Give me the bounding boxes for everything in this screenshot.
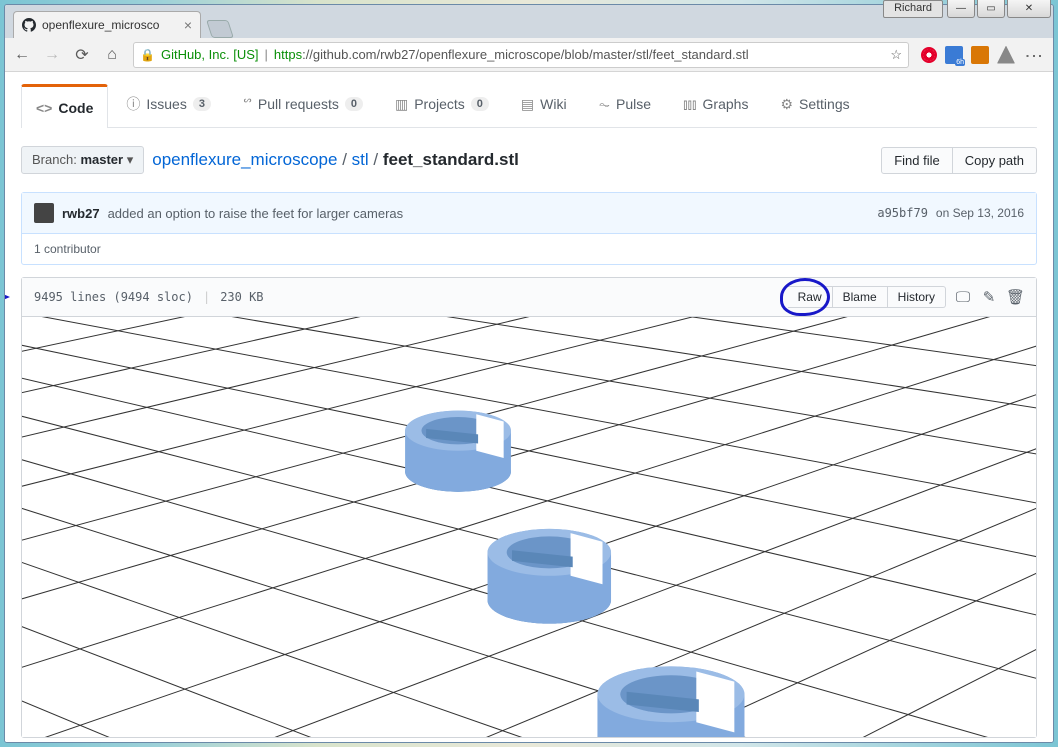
raw-button[interactable]: Raw [788,286,833,308]
home-button[interactable]: ⌂ [103,46,121,64]
back-button[interactable]: ← [13,46,31,64]
tab-graphs[interactable]: ⫾⫾⫾ Graphs [669,84,762,127]
commit-message[interactable]: added an option to raise the feet for la… [108,206,404,221]
tab-issues[interactable]: ⓘ Issues 3 [112,84,225,127]
tab-title: openflexure_microsco [42,18,159,32]
tab-code-label: Code [58,100,93,116]
address-bar[interactable]: 🔒 GitHub, Inc. [US] | https://github.com… [133,42,909,68]
file-box: 9495 lines (9494 sloc) | 230 KB Raw [21,277,1037,738]
pencil-icon[interactable]: ✎ [980,288,998,306]
branch-name: master [80,152,123,167]
tab-settings[interactable]: ⚙ Settings [766,84,863,127]
find-file-button[interactable]: Find file [881,147,953,174]
pulse-icon: ⏦ [599,96,610,113]
issues-count: 3 [193,97,211,111]
browser-window: openflexure_microsco × ← → ⟳ ⌂ 🔒 GitHub,… [4,4,1054,743]
tab-settings-label: Settings [799,96,850,112]
tab-pull-requests[interactable]: ᔥ Pull requests 0 [229,84,377,127]
url-proto: https [274,47,302,62]
branch-selector[interactable]: Branch: master ▾ [21,146,144,174]
desktop-icon[interactable]: 🖵 [954,289,972,306]
issues-icon: ⓘ [126,94,140,114]
browser-menu-icon[interactable]: ⋮ [1023,47,1045,63]
commit-date: on Sep 13, 2016 [936,206,1024,220]
tab-code[interactable]: <> Code [21,84,108,128]
breadcrumb: openflexure_microscope / stl / feet_stan… [152,150,519,170]
tab-projects[interactable]: ▥ Projects 0 [381,84,503,127]
blame-button[interactable]: Blame [833,286,888,308]
breadcrumb-row: Branch: master ▾ openflexure_microscope … [21,146,1037,174]
lock-icon: 🔒 [140,48,155,62]
pull-request-icon: ᔥ [243,96,252,113]
file-size: 230 KB [220,290,263,304]
reload-button[interactable]: ⟳ [73,45,91,65]
avatar[interactable] [34,203,54,223]
new-tab-button[interactable] [206,20,234,38]
drive-ext-icon[interactable] [997,46,1015,64]
gear-icon: ⚙ [780,96,793,113]
repo-nav: <> Code ⓘ Issues 3 ᔥ Pull requests 0 ▥ [21,84,1037,128]
breadcrumb-actions: Find file Copy path [881,147,1037,174]
blue-ext-icon[interactable] [945,46,963,64]
window-minimize-button[interactable]: — [947,0,975,18]
cert-label: GitHub, Inc. [US] [161,47,259,62]
annotation-arrow [5,287,10,307]
projects-icon: ▥ [395,96,408,113]
tab-wiki-label: Wiki [540,96,566,112]
history-button[interactable]: History [888,286,946,308]
breadcrumb-repo[interactable]: openflexure_microscope [152,150,337,169]
extension-icons: ⋮ [921,46,1045,64]
projects-count: 0 [471,97,489,111]
tab-projects-label: Projects [414,96,465,112]
branch-label: Branch: [32,152,77,167]
wiki-icon: ▤ [521,96,534,113]
contributors-label: 1 contributor [22,234,1036,264]
file-header: 9495 lines (9494 sloc) | 230 KB Raw [22,278,1036,317]
forward-button: → [43,46,61,64]
commit-box: rwb27 added an option to raise the feet … [21,192,1037,265]
browser-toolbar: ← → ⟳ ⌂ 🔒 GitHub, Inc. [US] | https://gi… [5,38,1053,72]
window-maximize-button[interactable]: ▭ [977,0,1005,18]
copy-path-button[interactable]: Copy path [953,147,1037,174]
tab-pulls-label: Pull requests [258,96,339,112]
stl-viewer[interactable] [22,317,1036,737]
window-user-badge: Richard [883,0,943,18]
browser-tab[interactable]: openflexure_microsco × [13,11,201,38]
bookmark-star-icon[interactable]: ☆ [890,47,902,63]
url-path: ://github.com/rwb27/openflexure_microsco… [302,47,749,62]
window-controls: Richard — ▭ ✕ [883,0,1051,18]
commit-author[interactable]: rwb27 [62,206,100,221]
window-close-button[interactable]: ✕ [1007,0,1051,18]
code-icon: <> [36,100,52,116]
breadcrumb-folder[interactable]: stl [352,150,369,169]
pulls-count: 0 [345,97,363,111]
opera-ext-icon[interactable] [921,47,937,63]
file-button-group: Raw Blame History [788,286,946,308]
tab-pulse[interactable]: ⏦ Pulse [585,84,665,127]
chevron-down-icon: ▾ [127,152,134,167]
tab-close-icon[interactable]: × [184,17,192,33]
page-content: <> Code ⓘ Issues 3 ᔥ Pull requests 0 ▥ [5,72,1053,742]
tab-graphs-label: Graphs [703,96,749,112]
graphs-icon: ⫾⫾⫾ [683,96,696,113]
commit-sha[interactable]: a95bf79 [877,206,928,220]
github-favicon [22,18,36,32]
tab-pulse-label: Pulse [616,96,651,112]
trash-icon[interactable]: 🗑 [1006,288,1024,306]
mask-ext-icon[interactable] [971,46,989,64]
breadcrumb-file: feet_standard.stl [383,150,519,169]
commit-header: rwb27 added an option to raise the feet … [22,193,1036,234]
tab-wiki[interactable]: ▤ Wiki [507,84,581,127]
tab-issues-label: Issues [146,96,186,112]
file-lines: 9495 lines (9494 sloc) [34,290,193,304]
